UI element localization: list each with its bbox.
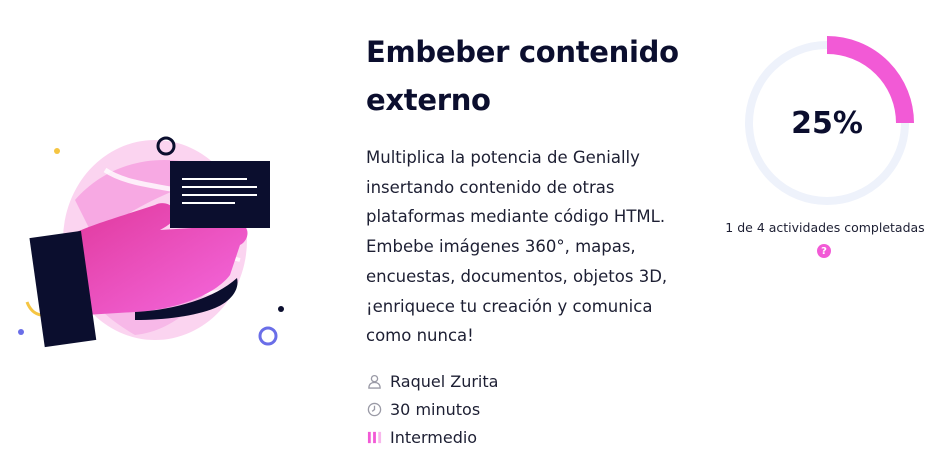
decor-dot-yellow [54,148,60,154]
meta-duration: 30 minutos [366,395,498,423]
course-title: Embeber contenido externo [366,35,679,117]
course-description: Multiplica la potencia de Genially inser… [366,148,668,346]
decor-dot-dark [278,306,284,312]
progress-ring: 25% [740,36,914,210]
decor-ring-blue [258,326,278,346]
level-bars-icon [366,429,383,446]
course-meta-list: Raquel Zurita 30 minutos Intermedio [366,367,498,451]
decor-dot-blue [18,329,24,335]
web-card-shape [170,161,270,228]
duration-value: 30 minutos [390,399,481,419]
meta-level: Intermedio [366,423,498,451]
progress-caption: 1 de 4 actividades completadas [725,220,925,235]
level-value: Intermedio [390,427,478,447]
author-name: Raquel Zurita [390,371,499,391]
meta-author: Raquel Zurita [366,367,498,395]
clock-icon [366,401,383,418]
progress-percent: 25% [791,105,863,141]
user-icon [366,373,383,390]
course-illustration [18,136,284,348]
help-icon[interactable]: ? [817,244,831,258]
